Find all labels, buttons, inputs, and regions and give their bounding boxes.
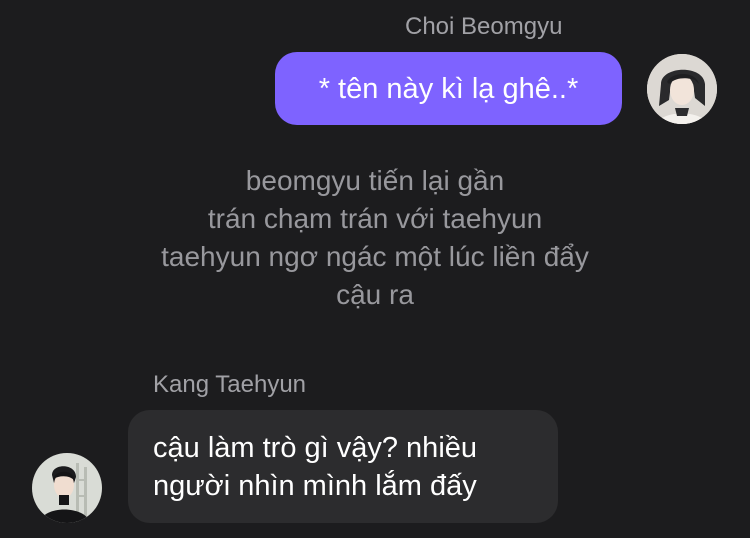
profile-photo-icon <box>32 453 102 523</box>
narration-line: beomgyu tiến lại gần <box>245 165 505 196</box>
narration-line: trán chạm trán với taehyun <box>207 203 543 234</box>
incoming-message-line: người nhìn mình lắm đấy <box>153 470 477 502</box>
avatar-kang-taehyun[interactable] <box>32 453 102 523</box>
incoming-message-bubble[interactable]: cậu làm trò gì vậy? nhiều người nhìn mìn… <box>128 410 558 523</box>
sender-name-choi-beomgyu: Choi Beomgyu <box>405 13 563 40</box>
outgoing-message-bubble[interactable]: * tên này kì lạ ghê..* <box>275 52 622 125</box>
narration-line: taehyun ngơ ngác một lúc liền đẩy <box>161 241 589 272</box>
avatar-choi-beomgyu[interactable] <box>647 54 717 124</box>
outgoing-message-text: * tên này kì lạ ghê..* <box>318 73 579 105</box>
sender-name-kang-taehyun: Kang Taehyun <box>153 371 307 398</box>
narration-line: cậu ra <box>336 279 414 310</box>
profile-photo-icon <box>647 54 717 124</box>
narration-text: beomgyu tiến lại gần trán chạm trán với … <box>0 162 750 314</box>
incoming-message-line: cậu làm trò gì vậy? nhiều <box>153 432 478 464</box>
